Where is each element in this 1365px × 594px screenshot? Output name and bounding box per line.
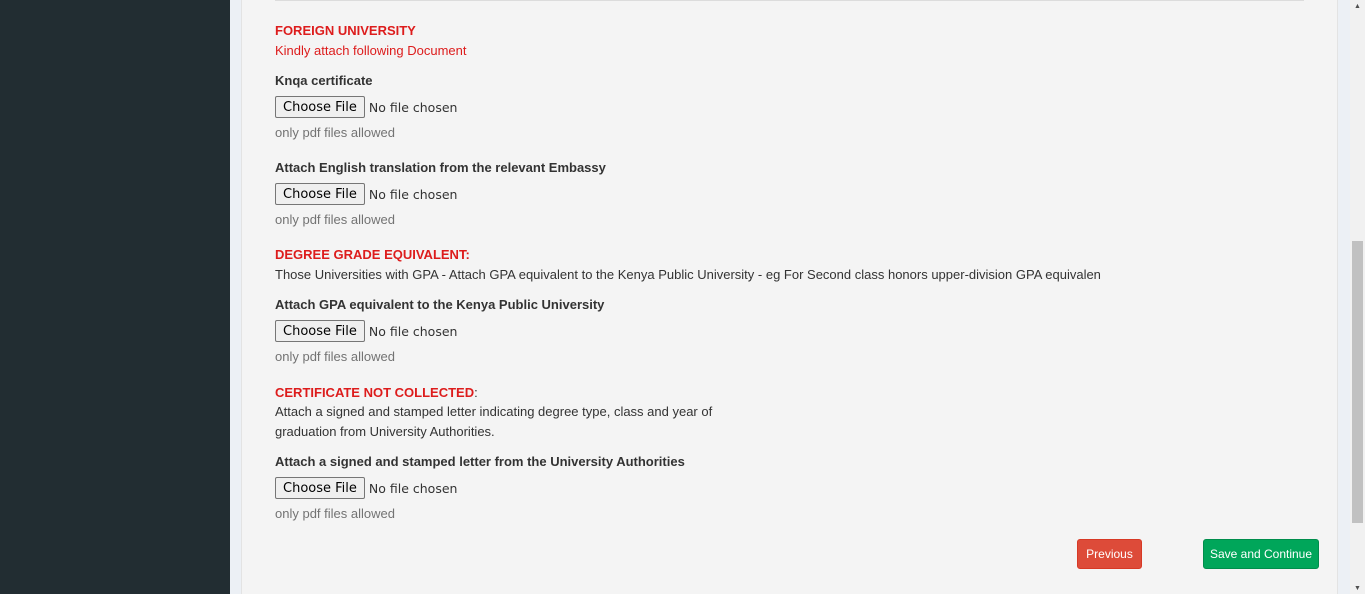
file-status-text: No file chosen bbox=[368, 186, 458, 202]
file-status-text: No file chosen bbox=[368, 480, 458, 496]
gpa-equivalent-file-input[interactable]: Choose File No file chosen bbox=[275, 320, 457, 342]
knqa-certificate-file-input[interactable]: Choose File No file chosen bbox=[275, 96, 457, 118]
pdf-only-help-text: only pdf files allowed bbox=[275, 349, 395, 364]
sidebar bbox=[0, 0, 230, 594]
section-divider bbox=[275, 0, 1304, 1]
save-and-continue-button[interactable]: Save and Continue bbox=[1203, 539, 1319, 569]
heading-colon: : bbox=[474, 385, 478, 400]
previous-button[interactable]: Previous bbox=[1077, 539, 1142, 569]
file-status-text: No file chosen bbox=[368, 323, 458, 339]
embassy-translation-file-input[interactable]: Choose File No file chosen bbox=[275, 183, 457, 205]
gpa-equivalent-label: Attach GPA equivalent to the Kenya Publi… bbox=[275, 297, 605, 312]
scroll-up-arrow-icon[interactable]: ▲ bbox=[1352, 0, 1363, 12]
embassy-translation-label: Attach English translation from the rele… bbox=[275, 160, 606, 175]
foreign-university-heading: FOREIGN UNIVERSITY bbox=[275, 23, 416, 38]
foreign-university-subheading: Kindly attach following Document bbox=[275, 43, 467, 58]
pdf-only-help-text: only pdf files allowed bbox=[275, 125, 395, 140]
choose-file-button[interactable]: Choose File bbox=[275, 320, 365, 342]
signed-letter-file-input[interactable]: Choose File No file chosen bbox=[275, 477, 457, 499]
scroll-down-arrow-icon[interactable]: ▼ bbox=[1352, 582, 1363, 594]
knqa-certificate-label: Knqa certificate bbox=[275, 73, 373, 88]
choose-file-button[interactable]: Choose File bbox=[275, 183, 365, 205]
file-status-text: No file chosen bbox=[368, 99, 458, 115]
choose-file-button[interactable]: Choose File bbox=[275, 477, 365, 499]
pdf-only-help-text: only pdf files allowed bbox=[275, 212, 395, 227]
degree-grade-description: Those Universities with GPA - Attach GPA… bbox=[275, 267, 1101, 282]
certificate-not-collected-title: CERTIFICATE NOT COLLECTED bbox=[275, 385, 475, 400]
scrollbar-thumb[interactable] bbox=[1352, 241, 1363, 523]
not-collected-instruction-line-2: graduation from University Authorities. bbox=[275, 424, 495, 439]
signed-letter-label: Attach a signed and stamped letter from … bbox=[275, 454, 685, 469]
pdf-only-help-text: only pdf files allowed bbox=[275, 506, 395, 521]
degree-grade-equivalent-heading: DEGREE GRADE EQUIVALENT: bbox=[275, 247, 470, 262]
choose-file-button[interactable]: Choose File bbox=[275, 96, 365, 118]
not-collected-instruction-line-1: Attach a signed and stamped letter indic… bbox=[275, 404, 713, 419]
certificate-not-collected-heading: CERTIFICATE NOT COLLECTED: bbox=[275, 384, 478, 402]
